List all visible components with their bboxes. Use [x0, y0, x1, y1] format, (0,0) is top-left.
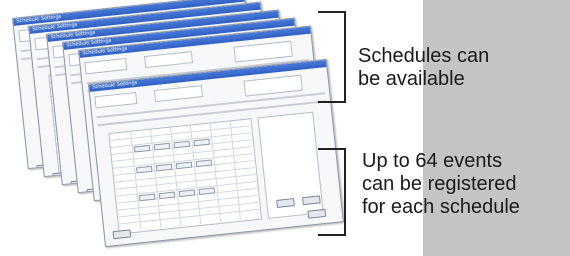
- caption-top-line-1: Schedules can: [358, 45, 490, 67]
- window-button: [112, 229, 132, 240]
- form-group: [243, 74, 303, 97]
- form-group: [94, 92, 138, 109]
- caption-bottom-line-2: can be registered: [362, 173, 517, 195]
- form-group: [154, 85, 203, 103]
- bracket-bottom: [318, 148, 346, 236]
- bracket-top: [318, 11, 346, 103]
- window-content: [94, 70, 338, 241]
- form-group: [233, 40, 293, 63]
- caption-events-registered: Up to 64 events can be registered for ea…: [362, 150, 520, 219]
- caption-top-line-2: be available: [358, 68, 465, 90]
- caption-bottom-line-3: for each schedule: [362, 196, 520, 218]
- caption-schedules-available: Schedules can be available: [358, 45, 489, 91]
- form-group: [84, 58, 128, 75]
- schedule-window-stack: Schedule Settings Schedule Settings Schedu…: [0, 0, 344, 256]
- schedule-window: Schedule Settings: [88, 58, 344, 248]
- caption-bottom-line-1: Up to 64 events: [362, 150, 503, 172]
- form-group: [144, 51, 193, 69]
